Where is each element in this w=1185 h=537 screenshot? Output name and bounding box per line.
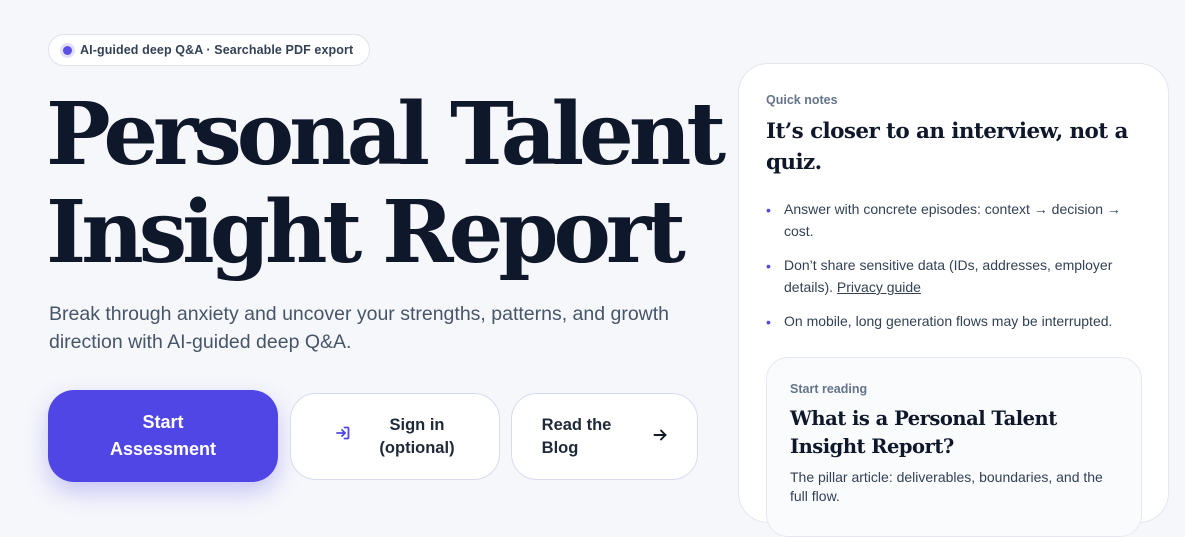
feature-badge: AI-guided deep Q&A · Searchable PDF expo…: [48, 34, 371, 66]
note-text: Answer with concrete episodes: context →…: [784, 201, 1121, 239]
list-item: • Answer with concrete episodes: context…: [766, 198, 1146, 242]
bullet-icon: •: [766, 258, 771, 274]
start-reading-description: The pillar article: deliverables, bounda…: [790, 469, 1103, 504]
hero-subtitle: Break through anxiety and uncover your s…: [49, 303, 670, 353]
quick-notes-card: Quick notes It’s closer to an interview,…: [738, 63, 1169, 537]
list-item: • On mobile, long generation flows may b…: [766, 310, 1146, 332]
note-text: On mobile, long generation flows may be …: [784, 313, 1113, 329]
sign-in-label-line-1: Sign in: [389, 415, 445, 434]
read-blog-label-line-1: Read the: [541, 415, 612, 434]
privacy-guide-link[interactable]: Privacy guide: [837, 279, 921, 295]
start-reading-card[interactable]: Start reading What is a Personal Talent …: [766, 357, 1142, 537]
note-text: Don’t share sensitive data (IDs, address…: [784, 257, 1113, 295]
page-title-line-2: Insight Report: [46, 182, 686, 283]
page-title: Personal Talent Insight Report: [46, 86, 726, 282]
quick-notes-title: It’s closer to an interview, not a quiz.: [766, 119, 1128, 175]
list-item: • Don’t share sensitive data (IDs, addre…: [766, 254, 1146, 298]
sign-in-label-line-2: (optional): [379, 438, 455, 457]
bullet-icon: •: [766, 314, 771, 330]
sign-in-icon: [335, 425, 351, 448]
start-reading-eyebrow: Start reading: [790, 382, 868, 396]
quick-notes-eyebrow: Quick notes: [766, 93, 838, 107]
quick-notes-list: • Answer with concrete episodes: context…: [766, 198, 1146, 344]
start-assessment-button[interactable]: Start Assessment: [48, 390, 278, 482]
page-title-line-1: Personal Talent: [46, 84, 726, 185]
start-reading-title[interactable]: What is a Personal Talent Insight Report…: [790, 405, 1130, 461]
start-assessment-label-line-2: Assessment: [109, 439, 217, 459]
sign-in-button[interactable]: Sign in (optional): [290, 393, 500, 480]
read-blog-button[interactable]: Read the Blog: [511, 393, 698, 480]
arrow-right-icon: [653, 425, 667, 448]
feature-badge-text: AI-guided deep Q&A · Searchable PDF expo…: [80, 43, 354, 57]
start-assessment-label-line-1: Start: [142, 412, 184, 432]
status-dot-icon: [63, 45, 72, 55]
bullet-icon: •: [766, 202, 771, 218]
read-blog-label-line-2: Blog: [541, 438, 579, 457]
